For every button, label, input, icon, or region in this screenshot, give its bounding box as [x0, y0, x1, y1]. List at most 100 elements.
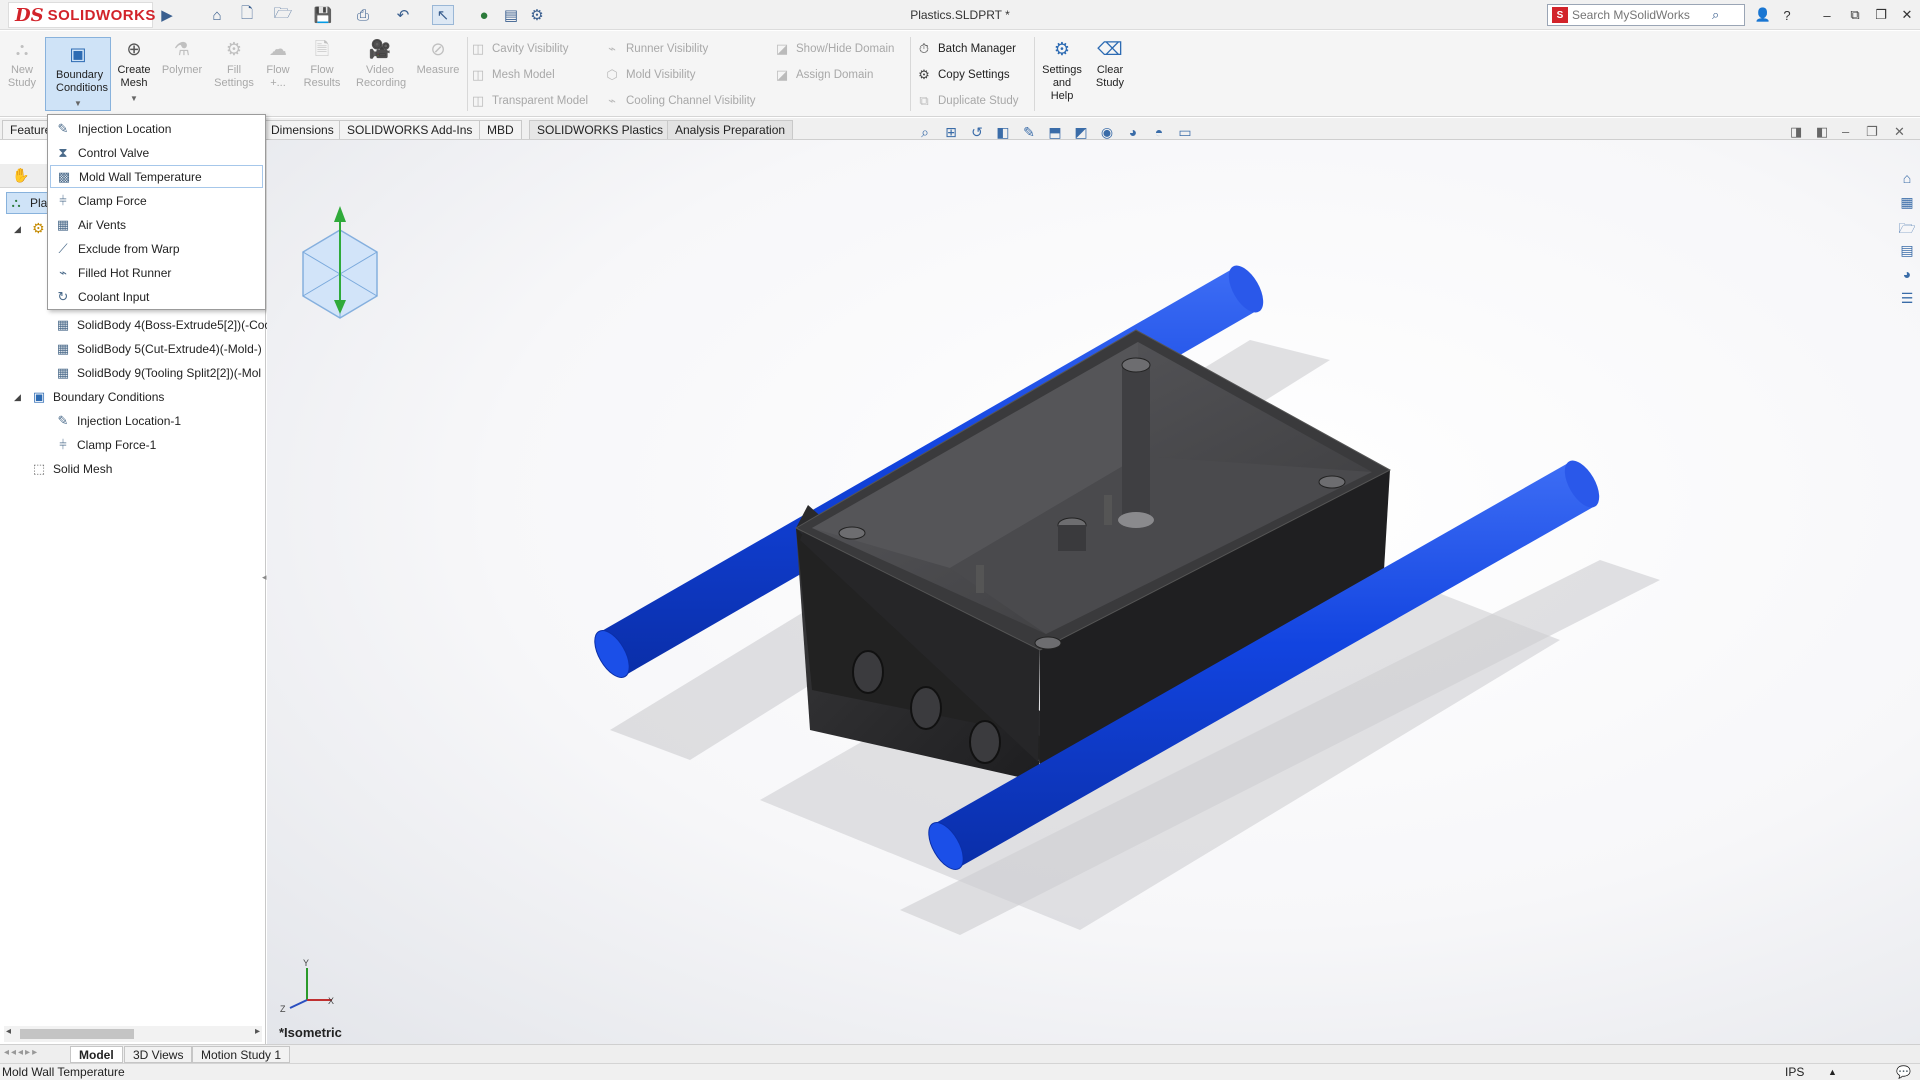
tab-solidworks-add-ins[interactable]: SOLIDWORKS Add-Ins	[339, 120, 481, 139]
close-icon[interactable]: ✕	[1898, 6, 1916, 24]
viewport-split-left-icon[interactable]: ◨	[1790, 124, 1802, 140]
view-orientation-triad[interactable]	[302, 206, 378, 319]
zoom-to-area-icon[interactable]: ⊞	[941, 122, 961, 142]
design-library-icon[interactable]: ▦	[1895, 194, 1919, 218]
viewport-close-icon[interactable]: ✕	[1894, 124, 1905, 140]
view-settings-icon[interactable]: ▭	[1175, 122, 1195, 142]
tree-item-solid-mesh[interactable]: ⬚ Solid Mesh	[30, 458, 113, 480]
mesh-model-button[interactable]: ◫ Mesh Model	[470, 65, 555, 85]
view-palette-icon[interactable]: ▤	[1895, 242, 1919, 266]
previous-view-icon[interactable]: ↺	[967, 122, 987, 142]
file-properties-icon[interactable]: ▤	[500, 5, 522, 25]
viewport-restore-icon[interactable]: ❐	[1866, 124, 1878, 140]
scroll-right-icon[interactable]: ▸	[255, 1026, 260, 1037]
clear-study-button[interactable]: ⌫ Clear Study	[1088, 37, 1132, 90]
tab-solidworks-plastics[interactable]: SOLIDWORKS Plastics	[529, 120, 672, 139]
viewport-split-right-icon[interactable]: ◧	[1816, 124, 1828, 140]
menu-item-exclude-from-warp[interactable]: ⟋ Exclude from Warp	[50, 237, 263, 260]
notification-icon[interactable]: 💬	[1896, 1064, 1911, 1080]
menu-item-coolant-input[interactable]: ↻ Coolant Input	[50, 285, 263, 308]
search-input[interactable]	[1572, 8, 1712, 22]
minimize-icon[interactable]: –	[1818, 6, 1836, 24]
hide-show-items-icon[interactable]: ◉	[1097, 122, 1117, 142]
assign-domain-button[interactable]: ◪ Assign Domain	[774, 65, 874, 85]
transparent-model-button[interactable]: ◫ Transparent Model	[470, 91, 588, 111]
measure-button[interactable]: ⊘ Measure	[414, 37, 462, 77]
tree-item[interactable]: ▦ SolidBody 5(Cut-Extrude4)(-Mold-)	[54, 338, 262, 360]
magnifier-icon[interactable]: ⌕	[1712, 7, 1719, 23]
tab-scroll-arrows-icon[interactable]: ◂◂◂▸▸	[4, 1047, 39, 1058]
menu-item-air-vents[interactable]: ▦ Air Vents	[50, 213, 263, 236]
tab-3d-views[interactable]: 3D Views	[124, 1046, 193, 1063]
edit-appearance-icon[interactable]: ◕	[1123, 122, 1143, 142]
appearances-icon[interactable]: ◕	[1895, 266, 1919, 290]
copy-settings-button[interactable]: ⚙ Copy Settings	[916, 65, 1009, 85]
menu-item-mold-wall-temperature[interactable]: ▩ Mold Wall Temperature	[50, 165, 263, 188]
tab-model[interactable]: Model	[70, 1046, 123, 1063]
menu-item-filled-hot-runner[interactable]: ⌁ Filled Hot Runner	[50, 261, 263, 284]
collapse-caret-icon[interactable]: ◢	[14, 224, 21, 235]
display-style-icon[interactable]: ◩	[1071, 122, 1091, 142]
tree-item[interactable]: ▦ SolidBody 9(Tooling Split2[2])(-Mol	[54, 362, 261, 384]
flow-button[interactable]: ☁ Flow +...	[256, 37, 300, 90]
plastics-manager-tab-icon[interactable]: ✋	[12, 167, 29, 184]
tab-motion-study-1[interactable]: Motion Study 1	[192, 1046, 291, 1063]
units-dropdown-icon[interactable]: ▲	[1828, 1064, 1837, 1080]
menu-item-control-valve[interactable]: ⧗ Control Valve	[50, 141, 263, 164]
scroll-thumb[interactable]	[20, 1029, 134, 1039]
restore-icon[interactable]: ❐	[1872, 6, 1890, 24]
custom-properties-icon[interactable]: ☰	[1895, 290, 1919, 314]
polymer-button[interactable]: ⚗ Polymer	[160, 37, 204, 77]
menu-item-injection-location[interactable]: ✎ Injection Location	[50, 117, 263, 140]
open-folder-icon[interactable]: 🗁	[272, 5, 294, 25]
tab-analysis-preparation[interactable]: Analysis Preparation	[667, 120, 794, 139]
video-recording-button[interactable]: 🎥 Video Recording	[356, 37, 406, 90]
cavity-visibility-button[interactable]: ◫ Cavity Visibility	[470, 39, 569, 59]
save-icon[interactable]: 💾	[312, 5, 334, 25]
zoom-to-fit-icon[interactable]: ⌕	[915, 122, 935, 142]
fill-settings-button[interactable]: ⚙ Fill Settings	[212, 37, 256, 90]
runner-visibility-button[interactable]: ⌁ Runner Visibility	[604, 39, 708, 59]
duplicate-study-button[interactable]: ⧉ Duplicate Study	[916, 91, 1018, 111]
help-icon[interactable]: ?	[1778, 6, 1796, 24]
graphics-area[interactable]: Y X Z *Isometric	[267, 140, 1920, 1044]
unit-system[interactable]: IPS	[1785, 1064, 1804, 1080]
apply-scene-icon[interactable]: ◓	[1149, 122, 1169, 142]
menu-item-clamp-force[interactable]: ⫩ Clamp Force	[50, 189, 263, 212]
print-icon[interactable]: ⎙	[352, 5, 374, 25]
horizontal-scrollbar[interactable]: ◂ ▸	[4, 1026, 262, 1042]
settings-and-help-button[interactable]: ⚙ Settings and Help	[1040, 37, 1084, 103]
traffic-light-icon[interactable]: ●	[476, 5, 492, 25]
tab-dimensions[interactable]: Dimensions	[263, 120, 342, 139]
domain-folder-icon[interactable]: ⚙	[32, 220, 45, 237]
solidworks-logo[interactable]: DS SOLIDWORKS	[8, 2, 155, 28]
solidworks-resources-icon[interactable]: ⌂	[1895, 170, 1919, 194]
options-gear-icon[interactable]: ⚙	[526, 5, 548, 25]
home-icon[interactable]: ⌂	[206, 5, 228, 25]
tile-windows-icon[interactable]: ⧉	[1846, 6, 1864, 24]
create-mesh-button[interactable]: ⊕ Create Mesh ▼	[112, 37, 156, 105]
viewport-minimize-icon[interactable]: –	[1842, 124, 1849, 139]
scroll-left-icon[interactable]: ◂	[6, 1026, 11, 1037]
tab-mbd[interactable]: MBD	[479, 120, 522, 139]
tree-item-clamp-force[interactable]: ⫩ Clamp Force-1	[54, 434, 156, 456]
collapse-caret-icon[interactable]: ◢	[14, 392, 21, 403]
dynamic-annotation-icon[interactable]: ✎	[1019, 122, 1039, 142]
expand-menu-arrow-icon[interactable]: ▶	[160, 5, 174, 25]
show-hide-domain-button[interactable]: ◪ Show/Hide Domain	[774, 39, 895, 59]
section-view-icon[interactable]: ◧	[993, 122, 1013, 142]
boundary-conditions-button[interactable]: ▣ Boundary Conditions ▼	[45, 37, 111, 111]
user-account-icon[interactable]: 👤	[1754, 6, 1772, 24]
new-study-button[interactable]: ⛬ New Study	[0, 37, 44, 90]
undo-icon[interactable]: ↶	[392, 5, 414, 25]
mold-visibility-button[interactable]: ⬡ Mold Visibility	[604, 65, 695, 85]
tree-item-injection-location[interactable]: ✎ Injection Location-1	[54, 410, 182, 432]
select-pointer-icon[interactable]: ↖	[432, 5, 454, 25]
file-explorer-icon[interactable]: 🗁	[1895, 218, 1919, 242]
new-document-icon[interactable]: 🗋	[236, 5, 258, 25]
view-orientation-icon[interactable]: ⬒	[1045, 122, 1065, 142]
tree-item[interactable]: ▦ SolidBody 4(Boss-Extrude5[2])(-Coo	[54, 314, 271, 336]
cooling-channel-visibility-button[interactable]: ⌁ Cooling Channel Visibility	[604, 91, 755, 111]
panel-collapse-handle-icon[interactable]: ◂	[262, 572, 267, 583]
tree-item-boundary-conditions[interactable]: ▣ Boundary Conditions	[30, 386, 165, 408]
